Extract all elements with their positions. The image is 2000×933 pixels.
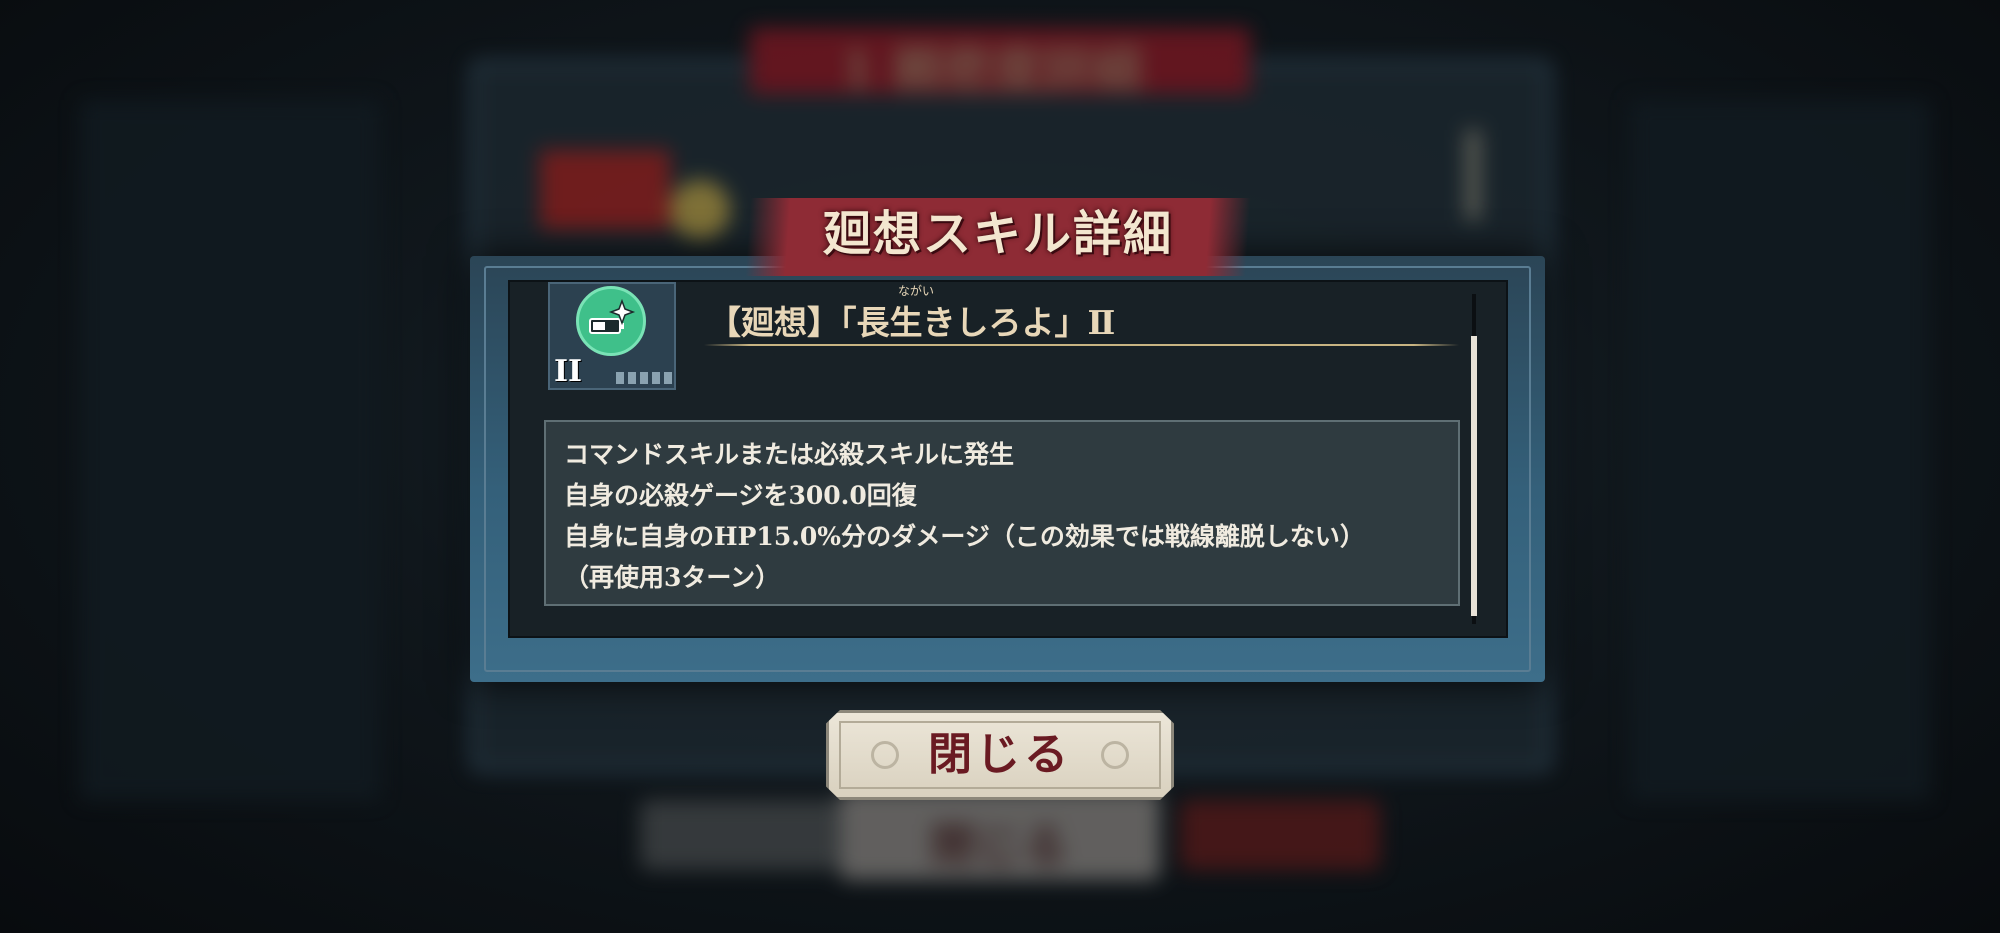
background-character-art <box>540 150 670 230</box>
description-line: （再使用3ターン） <box>564 563 781 592</box>
background-right-panel <box>1630 100 1930 800</box>
background-left-button <box>640 800 860 870</box>
description-line: コマンドスキルまたは必殺スキルに発生 <box>564 440 1015 469</box>
scrollbar-thumb[interactable] <box>1471 336 1477 616</box>
skill-header: ながい 【廻想】「長生きしろよ」Ⅱ <box>708 282 1458 342</box>
skill-description: コマンドスキルまたは必殺スキルに発生 自身の必殺ゲージを300.0回復 自身に自… <box>544 420 1460 606</box>
close-button-label: 閉じる <box>928 729 1072 780</box>
background-right-button <box>1180 800 1380 870</box>
battery-sparkle-icon <box>576 286 646 356</box>
background-close-button-label: 閉じる <box>930 819 1068 873</box>
skill-detail-modal: 廻想スキル詳細 II ながい 【廻想】「長生きしろよ」Ⅱ コマンドスキルまたは必… <box>470 198 1545 682</box>
skill-name-underline <box>704 344 1459 346</box>
description-line: 自身の必殺ゲージを300.0回復 <box>564 481 917 510</box>
background-banner-text: 1 親密度詳細 <box>840 40 1143 99</box>
modal-content: II ながい 【廻想】「長生きしろよ」Ⅱ コマンドスキルまたは必殺スキルに発生 … <box>508 280 1508 638</box>
close-button[interactable]: 閉じる <box>826 710 1174 800</box>
skill-name: 【廻想】「長生きしろよ」Ⅱ <box>708 303 1116 342</box>
modal-title: 廻想スキル詳細 <box>822 206 1173 262</box>
skill-icon-frame: II <box>548 282 676 390</box>
description-line: 自身に自身のHP15.0%分のダメージ（この効果では戦線離脱しない） <box>564 522 1365 551</box>
background-left-panel <box>80 100 380 800</box>
film-strip-decoration <box>616 372 674 384</box>
background-scrollbar <box>1466 130 1480 220</box>
skill-level-badge: II <box>554 354 583 389</box>
game-screen: 1 親密度詳細 閉じる 廻想スキル詳細 II ながい 【廻想】「長生きしろよ」Ⅱ… <box>0 0 2000 933</box>
